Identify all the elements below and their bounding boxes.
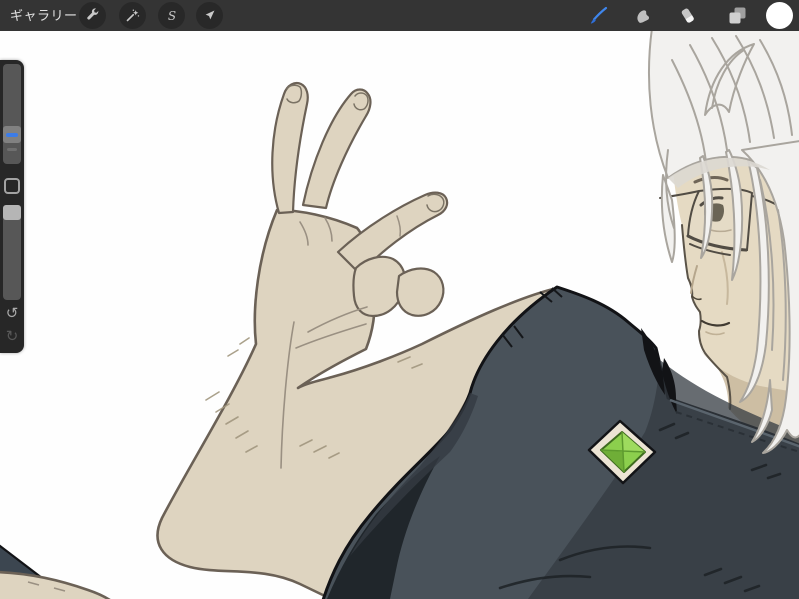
brush-size-handle[interactable] <box>3 126 21 143</box>
eraser-button[interactable] <box>674 2 702 29</box>
smudge-finger-icon <box>637 9 650 23</box>
color-swatch-circle[interactable] <box>766 2 793 29</box>
wrench-icon <box>87 8 99 20</box>
magic-wand-icon <box>126 9 140 22</box>
actions-button[interactable] <box>79 2 106 29</box>
adjustments-button[interactable] <box>119 2 146 29</box>
eraser-icon <box>681 8 694 23</box>
illustration <box>0 0 799 599</box>
brush-opacity-slider[interactable] <box>3 205 21 300</box>
smudge-button[interactable] <box>629 2 657 29</box>
brush-size-indicator <box>6 132 18 137</box>
brush-size-tick <box>7 148 17 151</box>
selection-button[interactable]: S <box>158 2 185 29</box>
transform-arrow-icon <box>205 10 215 20</box>
procreate-window: ギャラリー S ↺ ↻ <box>0 0 799 599</box>
brush-opacity-handle[interactable] <box>3 205 21 220</box>
layers-icon <box>729 7 746 23</box>
brush-sidebar: ↺ ↻ <box>0 60 24 353</box>
svg-text:S: S <box>167 8 175 22</box>
selection-s-icon: S <box>167 8 175 22</box>
paintbrush-icon <box>590 6 608 24</box>
modify-button[interactable] <box>4 178 20 194</box>
paint-brush-button[interactable] <box>584 2 612 29</box>
gallery-button[interactable]: ギャラリー <box>10 0 78 31</box>
undo-button[interactable]: ↺ <box>0 303 24 323</box>
top-toolbar: ギャラリー S <box>0 0 799 31</box>
brush-size-slider[interactable] <box>3 64 21 164</box>
transform-button[interactable] <box>196 2 223 29</box>
layers-button[interactable] <box>723 2 751 29</box>
redo-button[interactable]: ↻ <box>0 326 24 346</box>
